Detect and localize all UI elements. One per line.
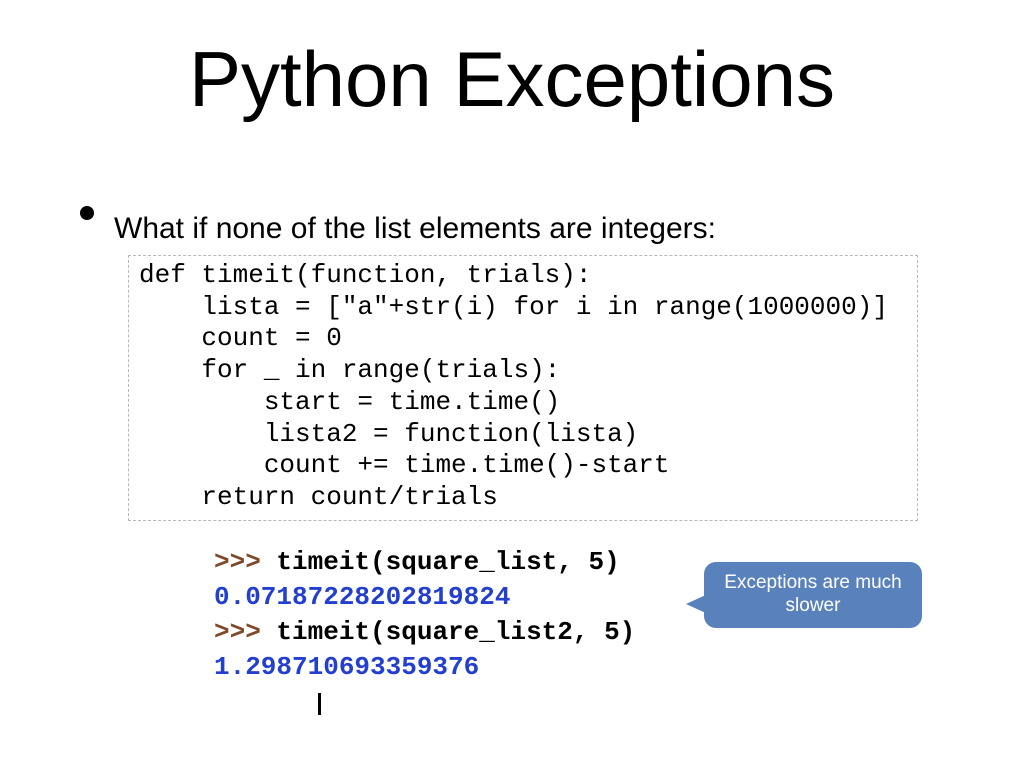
repl-result: 0.07187228202819824: [214, 582, 510, 612]
callout-bubble: Exceptions are much slower: [704, 562, 922, 628]
repl-prompt: >>>: [214, 547, 276, 577]
repl-output: >>> timeit(square_list, 5) 0.07187228202…: [214, 545, 635, 685]
code-line: for _ in range(trials):: [139, 355, 560, 385]
slide: Python Exceptions What if none of the li…: [0, 0, 1024, 768]
repl-call: timeit(square_list, 5): [276, 547, 619, 577]
bullet-text: What if none of the list elements are in…: [114, 212, 716, 246]
code-line: lista = ["a"+str(i) for i in range(10000…: [139, 292, 888, 322]
code-line: count += time.time()-start: [139, 450, 670, 480]
repl-prompt: >>>: [214, 617, 276, 647]
bullet-icon: [80, 206, 94, 220]
page-title: Python Exceptions: [0, 34, 1024, 125]
text-cursor-icon: [318, 693, 321, 715]
repl-call: timeit(square_list2, 5): [276, 617, 635, 647]
repl-result: 1.298710693359376: [214, 652, 479, 682]
code-line: count = 0: [139, 323, 342, 353]
code-line: start = time.time(): [139, 387, 560, 417]
code-line: return count/trials: [139, 482, 498, 512]
code-box: def timeit(function, trials): lista = ["…: [128, 255, 918, 521]
code-line: def timeit(function, trials):: [139, 260, 591, 290]
code-line: lista2 = function(lista): [139, 419, 638, 449]
